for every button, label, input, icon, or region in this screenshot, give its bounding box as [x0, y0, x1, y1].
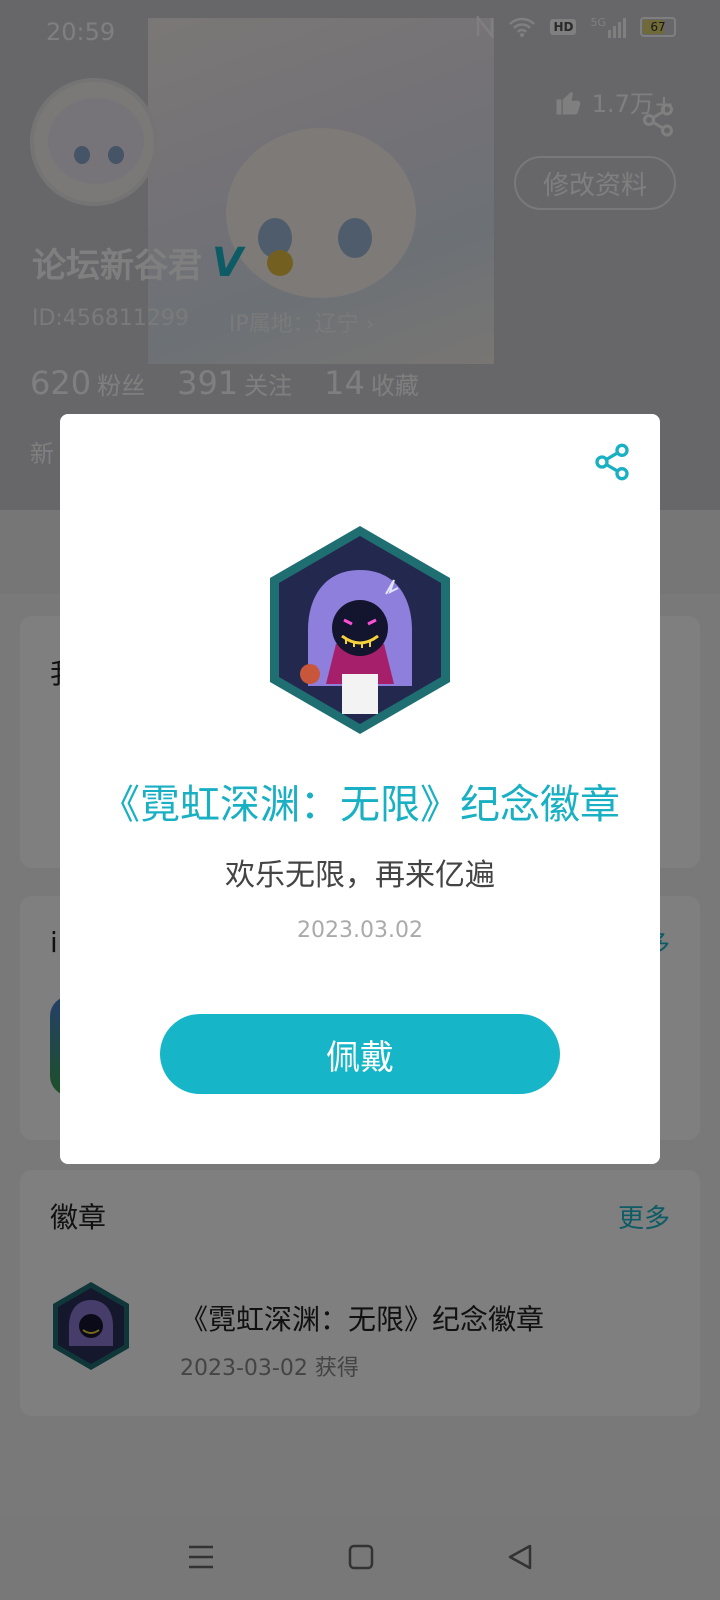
share-icon[interactable]	[592, 442, 632, 482]
badge-dialog: 《霓虹深渊：无限》纪念徽章 欢乐无限，再来亿遍 2023.03.02 佩戴	[60, 414, 660, 1164]
wear-badge-button[interactable]: 佩戴	[160, 1014, 560, 1094]
badge-image	[270, 526, 450, 734]
badge-title: 《霓虹深渊：无限》纪念徽章	[100, 782, 620, 828]
badge-obtained-date: 2023.03.02	[297, 918, 423, 943]
badge-description: 欢乐无限，再来亿遍	[225, 858, 495, 893]
